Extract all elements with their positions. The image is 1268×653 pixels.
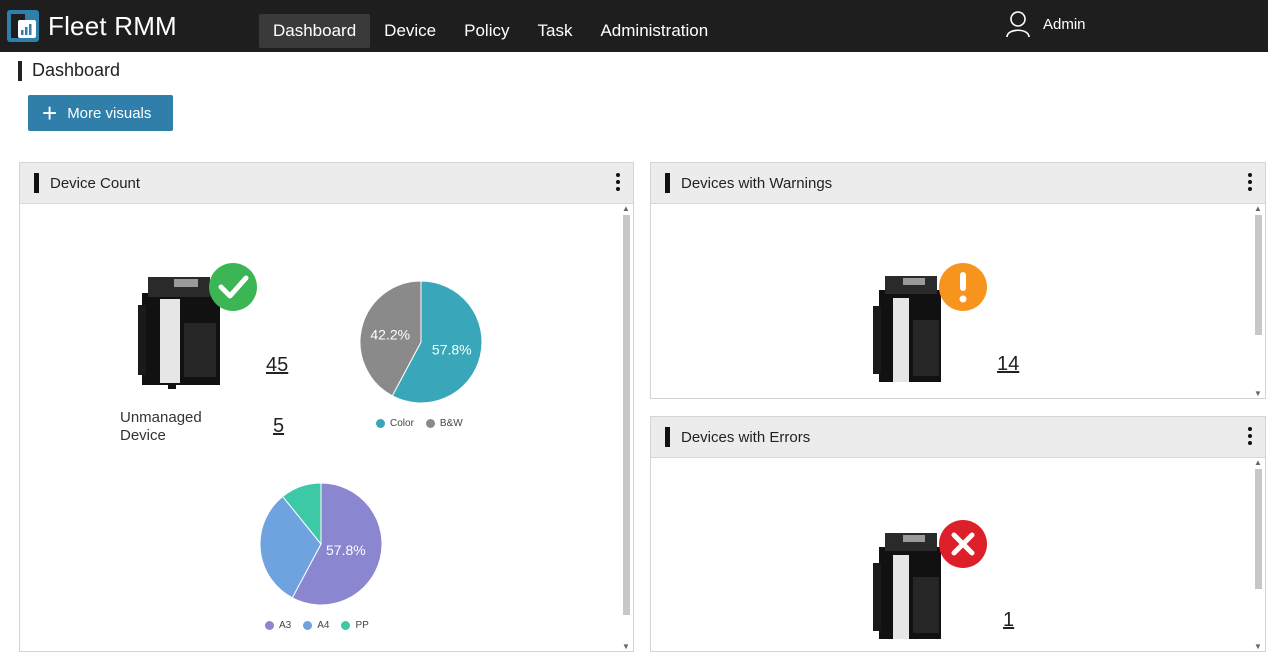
legend-label: A4 — [317, 620, 330, 631]
user-name: Admin — [1043, 15, 1086, 33]
panel-accent-bar — [665, 427, 670, 447]
legend-dot — [425, 419, 435, 428]
errors-count[interactable]: 1 — [1003, 609, 1014, 632]
warning-printer-icon — [873, 263, 987, 382]
nav-task[interactable]: Task — [524, 14, 587, 48]
pie-data-label: 57.8% — [326, 542, 366, 558]
user-icon — [1006, 11, 1030, 38]
warnings-count[interactable]: 14 — [997, 353, 1019, 376]
panel-accent-bar — [34, 173, 39, 193]
managed-device-count[interactable]: 45 — [266, 354, 288, 377]
legend-item-pp[interactable]: PP — [341, 620, 369, 631]
scroll-up-icon[interactable]: ▲ — [621, 205, 631, 213]
page-title-text: Dashboard — [32, 60, 121, 80]
pie-data-label: 57.8% — [432, 342, 472, 358]
main-nav: Dashboard Device Policy Task Administrat… — [259, 14, 722, 48]
panel-header: Devices with Warnings — [651, 163, 1265, 204]
panel-header: Devices with Errors — [651, 417, 1265, 458]
color-bw-pie-chart: 57.8% 42.2% — [359, 280, 483, 404]
legend-item-color[interactable]: Color — [376, 418, 414, 429]
legend-dot — [376, 419, 385, 428]
legend-label: PP — [355, 620, 369, 631]
panel-header: Device Count — [20, 163, 633, 204]
kebab-menu-icon[interactable] — [1247, 173, 1253, 193]
legend-label: Color — [390, 418, 414, 429]
nav-device[interactable]: Device — [370, 14, 450, 48]
panel-title: Devices with Warnings — [681, 174, 833, 192]
pie-data-label: 42.2% — [370, 326, 410, 342]
nav-administration[interactable]: Administration — [586, 14, 722, 48]
error-printer-icon — [873, 520, 987, 639]
paper-size-pie-chart: 57.8% — [259, 482, 383, 606]
more-visuals-button[interactable]: + More visuals — [28, 95, 173, 131]
nav-dashboard[interactable]: Dashboard — [259, 14, 371, 48]
page-title: Dashboard — [18, 60, 120, 81]
kebab-menu-icon[interactable] — [1247, 427, 1253, 447]
scroll-thumb[interactable] — [1255, 215, 1262, 335]
plus-icon: + — [42, 98, 58, 128]
legend-dot — [265, 621, 274, 630]
unmanaged-device-label: Unmanaged Device — [120, 409, 202, 444]
paper-size-legend: A3 A4 PP — [265, 620, 369, 631]
legend-item-bw[interactable]: B&W — [425, 418, 463, 429]
scroll-thumb[interactable] — [1255, 469, 1262, 589]
scroll-down-icon[interactable]: ▼ — [621, 643, 631, 651]
scroll-thumb[interactable] — [623, 215, 630, 615]
top-navigation-bar: Fleet RMM Dashboard Device Policy Task A… — [0, 0, 1268, 52]
legend-label: B&W — [439, 418, 463, 429]
panel-title: Device Count — [50, 174, 141, 192]
unmanaged-device-count[interactable]: 5 — [273, 415, 284, 438]
legend-item-a3[interactable]: A3 — [265, 620, 291, 631]
nav-policy[interactable]: Policy — [450, 14, 523, 48]
managed-printer-icon — [138, 263, 257, 389]
devices-with-warnings-panel: Devices with Warnings 14 ▲ ▼ — [650, 162, 1266, 399]
color-bw-legend: Color B&W — [376, 418, 463, 429]
devices-with-errors-panel: Devices with Errors 1 ▲ ▼ — [650, 416, 1266, 652]
scroll-down-icon[interactable]: ▼ — [1253, 643, 1263, 651]
panel-accent-bar — [665, 173, 670, 193]
panel-title: Devices with Errors — [681, 428, 811, 446]
legend-dot — [303, 621, 313, 630]
scroll-up-icon[interactable]: ▲ — [1253, 459, 1263, 467]
kebab-menu-icon[interactable] — [615, 173, 621, 193]
x-icon — [939, 520, 987, 568]
scroll-up-icon[interactable]: ▲ — [1253, 205, 1263, 213]
user-menu[interactable]: Admin — [1005, 10, 1086, 38]
legend-label: A3 — [279, 620, 292, 631]
fleet-logo-icon — [7, 10, 39, 42]
check-icon — [209, 263, 257, 311]
scroll-down-icon[interactable]: ▼ — [1253, 390, 1263, 398]
scrollbar[interactable]: ▲ ▼ — [1253, 205, 1263, 398]
exclamation-icon — [939, 263, 987, 311]
scrollbar[interactable]: ▲ ▼ — [1253, 459, 1263, 651]
scrollbar[interactable]: ▲ ▼ — [621, 205, 631, 651]
legend-item-a4[interactable]: A4 — [303, 620, 329, 631]
legend-dot — [341, 621, 351, 630]
app-name: Fleet RMM — [48, 10, 177, 41]
title-accent-bar — [18, 60, 22, 81]
brand[interactable]: Fleet RMM — [6, 8, 177, 44]
device-count-panel: Device Count 45 Unmanaged Device 5 57.8%… — [19, 162, 634, 652]
more-visuals-label: More visuals — [67, 104, 152, 122]
